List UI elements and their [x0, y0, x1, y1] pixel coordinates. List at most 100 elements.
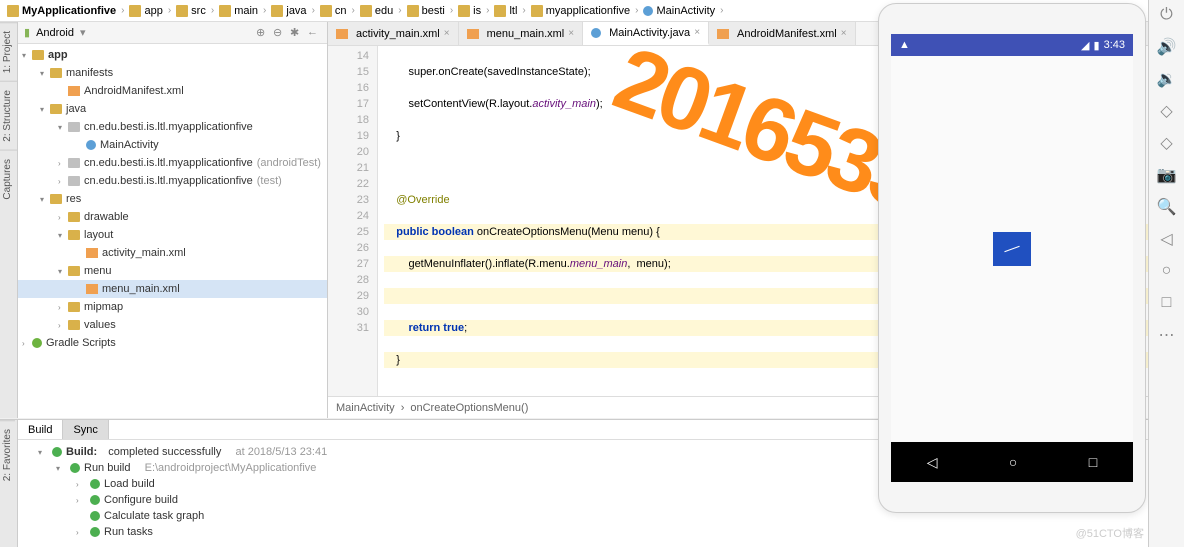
folder-icon: [68, 320, 80, 330]
breadcrumb-item[interactable]: MyApplicationfive: [4, 5, 119, 17]
emulator-screen[interactable]: ▲ ◢ ▮ 3:43 ◁ ○ □: [891, 34, 1133, 482]
line-number: 18: [330, 112, 369, 128]
code-token: onCreateOptionsMenu(Menu menu) {: [474, 226, 660, 238]
breadcrumb-item[interactable]: myapplicationfive: [528, 5, 633, 17]
breadcrumb-item[interactable]: besti: [404, 5, 448, 17]
collapse-icon[interactable]: ⊕: [256, 26, 270, 40]
build-path: E:\androidproject\MyApplicationfive: [145, 462, 317, 474]
tab-structure[interactable]: 2: Structure: [0, 81, 17, 150]
tab-favorites[interactable]: 2: Favorites: [0, 420, 15, 489]
code-line: setContentView(R.layout.: [384, 98, 532, 110]
target-icon[interactable]: ⊖: [273, 26, 287, 40]
chevron-right-icon: ›: [312, 5, 315, 16]
analog-clock[interactable]: [993, 232, 1031, 266]
volume-up-icon[interactable]: 🔊: [1158, 38, 1176, 56]
breadcrumb-item[interactable]: MainActivity: [640, 5, 718, 17]
tree-node-mipmap[interactable]: ›mipmap: [18, 298, 327, 316]
overview-icon[interactable]: □: [1158, 294, 1176, 312]
xml-icon: [86, 248, 98, 258]
folder-icon: [494, 5, 506, 17]
crumb-class[interactable]: MainActivity: [336, 402, 395, 414]
breadcrumb-item[interactable]: src: [173, 5, 209, 17]
tree-node-layout[interactable]: ▾layout: [18, 226, 327, 244]
close-icon[interactable]: ×: [841, 28, 847, 39]
tree-node-java[interactable]: ▾java: [18, 100, 327, 118]
tab-project[interactable]: 1: Project: [0, 22, 17, 81]
chevron-down-icon[interactable]: ▾: [80, 26, 86, 39]
breadcrumb-item[interactable]: is: [455, 5, 484, 17]
camera-icon[interactable]: 📷: [1158, 166, 1176, 184]
package-icon: [68, 122, 80, 132]
status-time: 3:43: [1104, 39, 1125, 51]
module-icon: [32, 50, 44, 60]
close-icon[interactable]: ×: [568, 28, 574, 39]
tree-node-menu-main[interactable]: menu_main.xml: [18, 280, 327, 298]
tree-node-manifests[interactable]: ▾manifests: [18, 64, 327, 82]
tree-label: MainActivity: [100, 139, 159, 151]
xml-icon: [68, 86, 80, 96]
recents-button[interactable]: □: [1089, 454, 1097, 470]
tree-node-app[interactable]: ▾app: [18, 46, 327, 64]
tree-node-menu[interactable]: ▾menu: [18, 262, 327, 280]
tree-label: mipmap: [84, 301, 123, 313]
project-tree[interactable]: ▾app ▾manifests AndroidManifest.xml ▾jav…: [18, 44, 327, 418]
tab-captures[interactable]: Captures: [0, 150, 17, 208]
close-icon[interactable]: ×: [694, 27, 700, 38]
hide-icon[interactable]: ←: [307, 26, 321, 40]
tree-node-package[interactable]: ▾cn.edu.besti.is.ltl.myapplicationfive: [18, 118, 327, 136]
left-tool-tabs: 1: Project 2: Structure Captures: [0, 22, 18, 418]
tab-build[interactable]: Build: [18, 420, 63, 439]
breadcrumb-label: besti: [422, 5, 445, 17]
breadcrumb-label: src: [191, 5, 206, 17]
breadcrumb-item[interactable]: edu: [357, 5, 396, 17]
zoom-icon[interactable]: 🔍: [1158, 198, 1176, 216]
breadcrumb-item[interactable]: app: [126, 5, 165, 17]
power-icon[interactable]: ⏻: [1158, 6, 1176, 24]
tree-node-gradle[interactable]: ›Gradle Scripts: [18, 334, 327, 352]
gradle-icon: [32, 338, 42, 348]
tab-label: AndroidManifest.xml: [737, 28, 837, 40]
gear-icon[interactable]: ✱: [290, 26, 304, 40]
back-button[interactable]: ◁: [927, 454, 938, 471]
panel-title[interactable]: Android: [36, 27, 74, 39]
close-icon[interactable]: ×: [444, 28, 450, 39]
rotate-right-icon[interactable]: ◇: [1158, 134, 1176, 152]
package-icon: [68, 176, 80, 186]
tree-node-activity-main[interactable]: activity_main.xml: [18, 244, 327, 262]
breadcrumb-label: java: [286, 5, 306, 17]
rotate-left-icon[interactable]: ◇: [1158, 102, 1176, 120]
tab-sync[interactable]: Sync: [63, 420, 108, 439]
breadcrumb-label: main: [234, 5, 258, 17]
tree-node-mainactivity[interactable]: MainActivity: [18, 136, 327, 154]
tree-node-manifest-file[interactable]: AndroidManifest.xml: [18, 82, 327, 100]
tree-node-package-unittest[interactable]: ›cn.edu.besti.is.ltl.myapplicationfive(t…: [18, 172, 327, 190]
breadcrumb-item[interactable]: main: [216, 5, 261, 17]
breadcrumb-item[interactable]: ltl: [491, 5, 520, 17]
volume-down-icon[interactable]: 🔉: [1158, 70, 1176, 88]
nav-bar: ◁ ○ □: [891, 442, 1133, 482]
tab-activity-main[interactable]: activity_main.xml×: [328, 22, 459, 45]
build-text: Configure build: [104, 494, 178, 506]
tree-node-package-test[interactable]: ›cn.edu.besti.is.ltl.myapplicationfive(a…: [18, 154, 327, 172]
back-icon[interactable]: ◁: [1158, 230, 1176, 248]
code-token: );: [596, 98, 603, 110]
app-content[interactable]: [891, 56, 1133, 442]
tree-node-values[interactable]: ›values: [18, 316, 327, 334]
tab-mainactivity[interactable]: MainActivity.java×: [583, 22, 709, 45]
breadcrumb-item[interactable]: java: [268, 5, 309, 17]
crumb-method[interactable]: onCreateOptionsMenu(): [410, 402, 528, 414]
breadcrumb-item[interactable]: cn: [317, 5, 350, 17]
build-row[interactable]: ›Run tasks: [26, 524, 1140, 540]
tab-androidmanifest[interactable]: AndroidManifest.xml ×: [709, 22, 856, 45]
tab-menu-main[interactable]: menu_main.xml×: [459, 22, 583, 45]
tree-node-drawable[interactable]: ›drawable: [18, 208, 327, 226]
chevron-right-icon: ›: [121, 5, 124, 16]
home-button[interactable]: ○: [1009, 454, 1017, 470]
tree-label: cn.edu.besti.is.ltl.myapplicationfive: [84, 157, 253, 169]
tree-node-res[interactable]: ▾res: [18, 190, 327, 208]
tree-label: app: [48, 49, 68, 61]
chevron-right-icon: ›: [398, 5, 401, 16]
folder-icon: [129, 5, 141, 17]
more-icon[interactable]: ⋯: [1158, 326, 1176, 344]
home-icon[interactable]: ○: [1158, 262, 1176, 280]
